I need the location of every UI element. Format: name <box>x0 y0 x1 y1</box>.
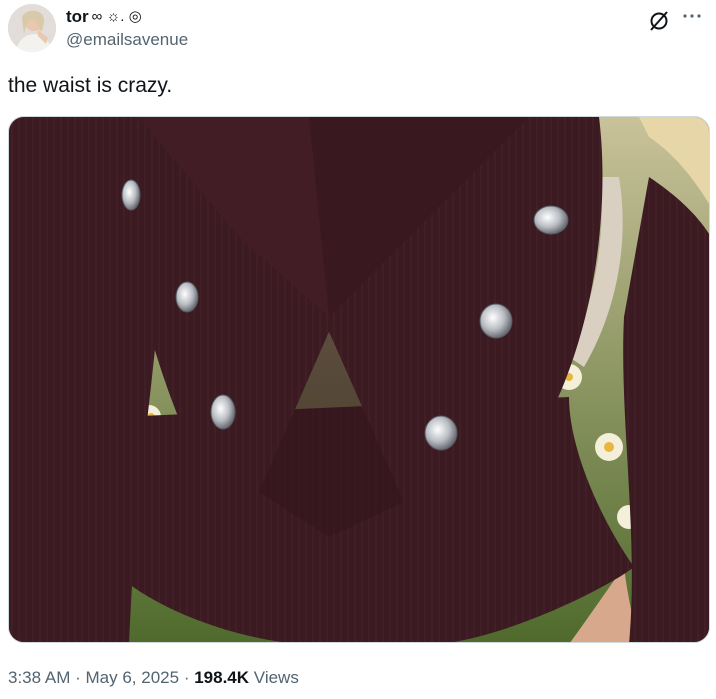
tweet-header: tor ∞ ☼. ◎ @emailsavenue <box>8 4 708 54</box>
tweet-date[interactable]: May 6, 2025 <box>86 668 180 687</box>
meta-separator: · <box>183 668 190 687</box>
display-name-text: tor <box>66 7 89 26</box>
views-label: Views <box>253 668 299 687</box>
avatar-photo-icon <box>8 4 56 52</box>
grok-icon[interactable] <box>648 10 670 32</box>
views-count[interactable]: 198.4K <box>194 668 249 687</box>
tweet-meta: 3:38 AM · May 6, 2025 · 198.4K Views <box>8 667 299 689</box>
meta-separator: · <box>75 668 81 687</box>
display-name[interactable]: tor ∞ ☼. ◎ <box>66 6 188 28</box>
tweet-time[interactable]: 3:38 AM <box>8 668 70 687</box>
tweet-text: the waist is crazy. <box>8 74 173 97</box>
more-icon[interactable] <box>678 6 706 30</box>
photo-suit-waist-icon <box>9 117 709 642</box>
avatar[interactable] <box>8 4 56 52</box>
name-emojis: ∞ ☼. ◎ <box>91 8 142 25</box>
tweet-media[interactable] <box>8 116 710 643</box>
user-handle[interactable]: @emailsavenue <box>66 29 188 51</box>
